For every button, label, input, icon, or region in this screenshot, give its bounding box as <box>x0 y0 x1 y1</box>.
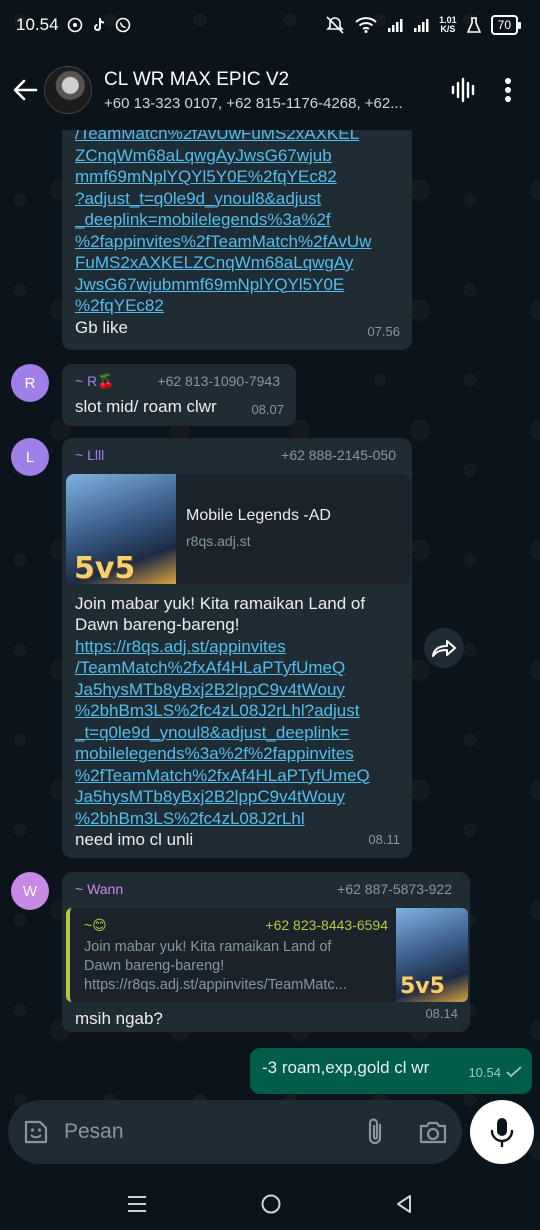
link-preview[interactable]: 5v5 Mobile Legends -AD r8qs.adj.st <box>66 473 410 584</box>
message-bubble[interactable]: ~ Llll +62 888-2145-050 5v5 Mobile Legen… <box>62 438 412 858</box>
game-thumbnail: 5v5 <box>66 473 176 584</box>
sender-avatar[interactable]: L <box>11 438 49 476</box>
message-time: 07.56 <box>367 323 400 339</box>
sender-name[interactable]: ~ Llll <box>75 445 104 467</box>
attach-icon[interactable] <box>362 1117 388 1147</box>
mute-icon <box>326 16 345 34</box>
link-line[interactable]: %2fTeamMatch%2fxAf4HLaPTyfUmeQ <box>75 765 400 787</box>
preview-title: Mobile Legends -AD <box>186 507 331 524</box>
sender-avatar[interactable]: W <box>11 872 49 910</box>
link-line[interactable]: /TeamMatch%2fxAf4HLaPTyfUmeQ <box>75 657 400 679</box>
notification-icon <box>67 17 82 33</box>
link-line[interactable]: %2bhBm3LS%2fc4zL08J2rLhl?adjust <box>75 700 400 722</box>
message-text: Dawn bareng-bareng! <box>75 615 240 634</box>
link-line[interactable]: ZCnqWm68aLqwgAyJwsG67wjub <box>75 145 399 167</box>
message-text: need imo cl unli <box>75 830 194 849</box>
tiktok-icon <box>93 18 104 31</box>
voice-chat-button[interactable] <box>442 68 486 112</box>
forward-button[interactable] <box>424 628 464 668</box>
sender-phone: +62 887-5873-922 <box>337 881 452 897</box>
network-speed: 1.01 K/S <box>439 15 457 34</box>
outgoing-message-bubble[interactable]: -3 roam,exp,gold cl wr 10.54 <box>250 1048 532 1094</box>
message-text: -3 roam,exp,gold cl wr <box>262 1058 430 1077</box>
message-time: 10.54 <box>468 1062 522 1084</box>
back-arrow-icon[interactable] <box>10 75 40 105</box>
forward-icon <box>432 640 456 657</box>
chat-title: CL WR MAX EPIC V2 <box>104 68 290 90</box>
message-bubble[interactable]: ~ Wann +62 887-5873-922 ~😊 +62 823-8443-… <box>62 872 470 1032</box>
link-line[interactable]: %2fappinvites%2fTeamMatch%2fAvUw <box>75 231 399 253</box>
quoted-message[interactable]: ~😊 +62 823-8443-6594 Join mabar yuk! Kit… <box>66 907 468 1002</box>
message-link[interactable]: /TeamMatch%2fAvUwFuMS2xAXKEL ZCnqWm68aLqw… <box>75 123 399 317</box>
sender-name[interactable]: ~ R🍒 <box>75 371 115 393</box>
link-line[interactable]: Ja5hysMTb8yBxj2B2lppC9v4tWouy <box>75 786 400 808</box>
signal-icon <box>388 19 403 32</box>
system-nav-bar <box>0 1178 540 1230</box>
recent-apps-icon[interactable] <box>126 1194 148 1214</box>
link-line[interactable]: ?adjust_t=q0le9d_ynoul8&adjust <box>75 188 399 210</box>
message-text: Gb like <box>75 317 128 337</box>
link-line[interactable]: https://r8qs.adj.st/appinvites <box>75 636 400 658</box>
chat-info[interactable]: CL WR MAX EPIC V2 +60 13-323 0107, +62 8… <box>104 69 442 112</box>
status-time: 10.54 <box>16 15 59 34</box>
more-options-button[interactable] <box>486 68 530 112</box>
sender-phone: +62 888-2145-050 <box>281 447 396 463</box>
quote-phone: +62 823-8443-6594 <box>265 916 388 933</box>
group-avatar[interactable] <box>44 66 92 114</box>
message-time: 08.14 <box>425 1005 458 1021</box>
link-line[interactable]: mmf69mNplYQYl5Y0E%2fqYEc82 <box>75 166 399 188</box>
preview-domain: r8qs.adj.st <box>186 532 251 549</box>
quote-thumbnail: 5v5 <box>396 907 468 1002</box>
message-text: Join mabar yuk! Kita ramaikan Land of <box>75 593 366 613</box>
message-bubble[interactable]: /TeamMatch%2fAvUwFuMS2xAXKEL ZCnqWm68aLqw… <box>62 100 412 350</box>
sent-check-icon <box>506 1066 522 1078</box>
message-time: 08.11 <box>368 831 400 847</box>
link-line[interactable]: Ja5hysMTb8yBxj2B2lppC9v4tWouy <box>75 679 400 701</box>
quote-sender: ~😊 <box>84 916 107 933</box>
sender-phone: +62 813-1090-7943 <box>157 373 280 389</box>
sender-avatar[interactable]: R <box>11 364 49 402</box>
microphone-icon <box>490 1118 514 1148</box>
message-bubble[interactable]: ~ R🍒 +62 813-1090-7943 slot mid/ roam cl… <box>62 364 296 426</box>
message-input-bar <box>8 1100 462 1164</box>
link-line[interactable]: %2bhBm3LS%2fc4zL08J2rLhl <box>75 808 400 830</box>
status-bar: 10.54 1.01 K/S 70 <box>0 0 540 50</box>
voice-record-button[interactable] <box>470 1100 534 1164</box>
sticker-icon[interactable] <box>22 1118 50 1146</box>
more-vert-icon <box>505 78 511 102</box>
home-icon[interactable] <box>260 1193 282 1215</box>
message-input[interactable] <box>64 1120 362 1144</box>
link-line[interactable]: %2fqYEc82 <box>75 295 399 317</box>
camera-icon[interactable] <box>418 1119 448 1145</box>
signal-icon-2 <box>414 19 429 32</box>
wifi-icon <box>355 17 377 33</box>
lab-icon <box>466 17 481 33</box>
link-line[interactable]: mobilelegends%3a%2f%2fappinvites <box>75 743 400 765</box>
link-line[interactable]: JwsG67wjubmmf69mNplYQYl5Y0E <box>75 274 399 296</box>
sender-name[interactable]: ~ Wann <box>75 879 123 901</box>
link-line[interactable]: FuMS2xAXKELZCnqWm68aLqwgAy <box>75 252 399 274</box>
back-nav-icon[interactable] <box>394 1193 414 1215</box>
message-link[interactable]: https://r8qs.adj.st/appinvites/TeamMatch… <box>75 636 400 830</box>
quote-text: Join mabar yuk! Kita ramaikan Land of Da… <box>84 939 347 993</box>
chat-header: CL WR MAX EPIC V2 +60 13-323 0107, +62 8… <box>0 50 540 130</box>
audio-waveform-icon <box>451 77 475 103</box>
message-time: 08.07 <box>251 401 284 417</box>
chat-members: +60 13-323 0107, +62 815-1176-4268, +62.… <box>104 94 403 112</box>
link-line[interactable]: _t=q0le9d_ynoul8&adjust_deeplink= <box>75 722 400 744</box>
message-text: msih ngab? <box>75 1008 163 1028</box>
whatsapp-icon <box>115 17 130 33</box>
link-line[interactable]: _deeplink=mobilelegends%3a%2f <box>75 209 399 231</box>
battery-indicator: 70 <box>490 15 522 35</box>
